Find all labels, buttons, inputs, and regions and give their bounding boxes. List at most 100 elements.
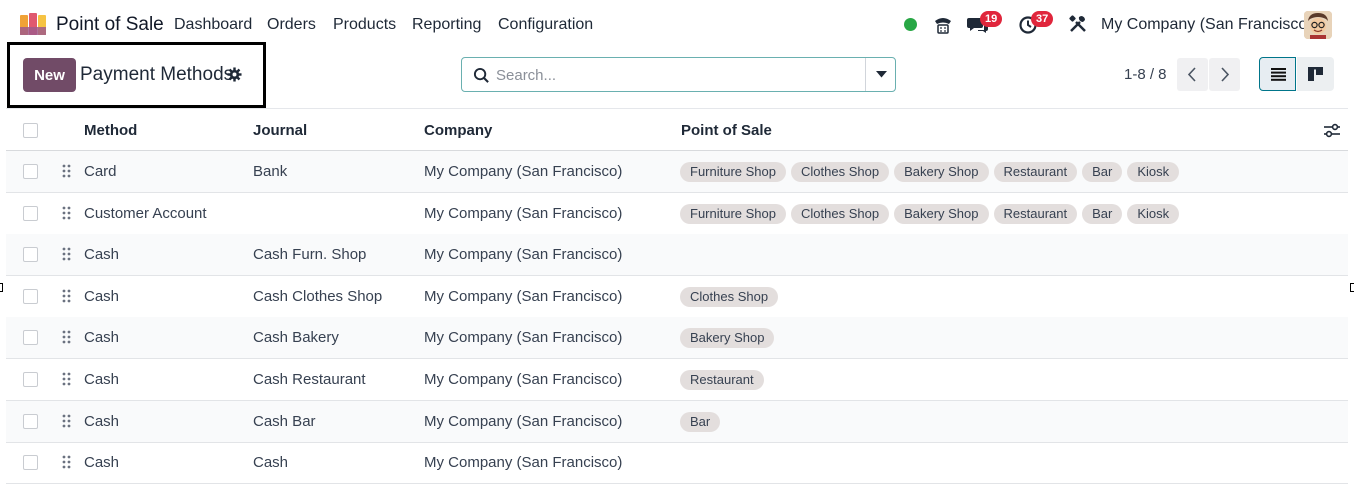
cell-company: My Company (San Francisco) [424,163,623,180]
search-icon [473,67,489,83]
cell-journal: Cash [253,454,289,472]
cell-journal: Cash Furn. Shop [253,246,367,264]
activities-count-badge: 37 [1031,11,1054,27]
avatar[interactable] [1304,11,1332,39]
pos-tag: Bar [1082,162,1123,182]
pos-tag: Bar [1082,203,1123,224]
app-name[interactable]: Point of Sale [56,14,164,36]
menu-dashboard[interactable]: Dashboard [174,16,252,34]
cell-method: Cash [84,329,120,347]
pos-tag: Furniture Shop [680,203,786,224]
sliders-icon[interactable] [1324,123,1340,138]
row-checkbox[interactable] [23,164,38,179]
cell-method: Cash [84,371,120,388]
cell-company: My Company (San Francisco) [424,287,623,305]
drag-handle-icon[interactable] [62,414,71,428]
company-switcher[interactable]: My Company (San Francisco) [1101,16,1313,34]
row-checkbox[interactable] [23,247,38,263]
gear-icon[interactable] [227,67,242,82]
kanban-view-icon [1308,67,1323,81]
drag-handle-icon[interactable] [62,164,71,178]
cell-journal: Cash Bakery [253,329,339,347]
pos-tag: Bakery Shop [680,328,775,349]
column-header-company[interactable]: Company [424,122,492,139]
cell-company: My Company (San Francisco) [424,412,623,430]
column-header-method[interactable]: Method [84,122,137,139]
cell-method: Cash [84,287,120,305]
new-button[interactable]: New [23,58,76,92]
cell-method: Card [84,163,117,180]
cell-point-of-sale: Clothes Shop [680,286,779,307]
table-row[interactable]: Customer Account My Company (San Francisc… [6,193,1348,235]
cell-point-of-sale: Restaurant [680,370,764,390]
column-header-point-of-sale[interactable]: Point of Sale [681,122,772,139]
row-checkbox[interactable] [23,330,38,346]
messages-count-badge: 19 [980,11,1003,27]
table-row[interactable]: Card Bank My Company (San Francisco) Furnit… [6,151,1348,193]
table-row[interactable]: Cash Cash My Company (San Francisco) [6,442,1348,484]
drag-handle-icon[interactable] [62,455,71,469]
cell-company: My Company (San Francisco) [424,371,623,388]
cell-point-of-sale: Bakery Shop [680,328,775,349]
row-checkbox[interactable] [23,413,38,429]
row-checkbox[interactable] [23,455,38,471]
row-checkbox[interactable] [23,205,38,221]
select-all-checkbox[interactable] [23,123,38,138]
cell-company: My Company (San Francisco) [424,246,623,264]
pos-tag: Restaurant [993,162,1078,182]
phone-icon[interactable] [932,14,954,36]
table-row[interactable]: Cash Cash Bar My Company (San Francisco) Ba… [6,400,1348,443]
row-checkbox[interactable] [23,288,38,304]
row-checkbox[interactable] [23,372,38,387]
cell-point-of-sale: Bar [680,411,721,432]
pager-value[interactable]: 1-8 / 8 [1124,66,1167,83]
cell-company: My Company (San Francisco) [424,204,623,222]
list-view-icon [1271,68,1286,81]
pager-next-button[interactable] [1209,58,1240,91]
drag-handle-icon[interactable] [62,206,71,220]
kanban-view-button[interactable] [1297,57,1334,91]
drag-handle-icon[interactable] [62,330,71,344]
table-header: Method Journal Company Point of Sale [6,108,1348,151]
pos-tag: Bakery Shop [894,203,989,224]
cell-method: Cash [84,454,120,472]
drag-handle-icon[interactable] [62,247,71,261]
pos-tag: Bar [680,411,721,432]
table-row[interactable]: Cash Cash Restaurant My Company (San Franc… [6,359,1348,401]
menu-configuration[interactable]: Configuration [498,16,593,34]
pos-tag: Bakery Shop [894,162,989,182]
search-bar[interactable] [461,57,896,92]
cell-company: My Company (San Francisco) [424,454,623,472]
drag-handle-icon[interactable] [62,372,71,386]
cell-journal: Bank [253,163,288,180]
pos-tag: Restaurant [993,203,1078,224]
pos-tag: Kiosk [1127,162,1180,182]
search-input[interactable] [496,64,856,86]
cell-journal: Cash Restaurant [253,371,366,388]
cell-method: Customer Account [84,204,207,222]
pos-tag: Clothes Shop [791,162,890,182]
tools-icon[interactable] [1069,15,1087,33]
menu-orders[interactable]: Orders [267,16,316,34]
list-view-button[interactable] [1259,57,1296,91]
cell-point-of-sale: Furniture Shop Clothes Shop Bakery Shop Res… [680,203,1180,224]
table-row[interactable]: Cash Cash Clothes Shop My Company (San Fra… [6,276,1348,318]
cell-method: Cash [84,246,120,264]
pager-previous-button[interactable] [1177,58,1208,91]
menu-products[interactable]: Products [333,16,396,34]
drag-handle-icon[interactable] [62,289,71,303]
table-row[interactable]: Cash Cash Furn. Shop My Company (San Franc… [6,234,1348,277]
column-header-journal[interactable]: Journal [253,122,307,139]
chevron-right-icon [1221,67,1230,82]
chevron-left-icon [1187,67,1196,82]
table-row[interactable]: Cash Cash Bakery My Company (San Francisco… [6,317,1348,360]
pos-tag: Clothes Shop [680,286,779,307]
window-edge-marker-right [1350,283,1354,292]
search-options-toggle[interactable] [865,58,896,91]
pos-tag: Furniture Shop [680,162,786,182]
caret-down-icon [876,71,887,78]
pos-tag: Kiosk [1127,203,1180,224]
menu-reporting[interactable]: Reporting [412,16,481,34]
cell-journal: Cash Bar [253,412,316,430]
pos-logo-icon[interactable] [20,13,48,35]
